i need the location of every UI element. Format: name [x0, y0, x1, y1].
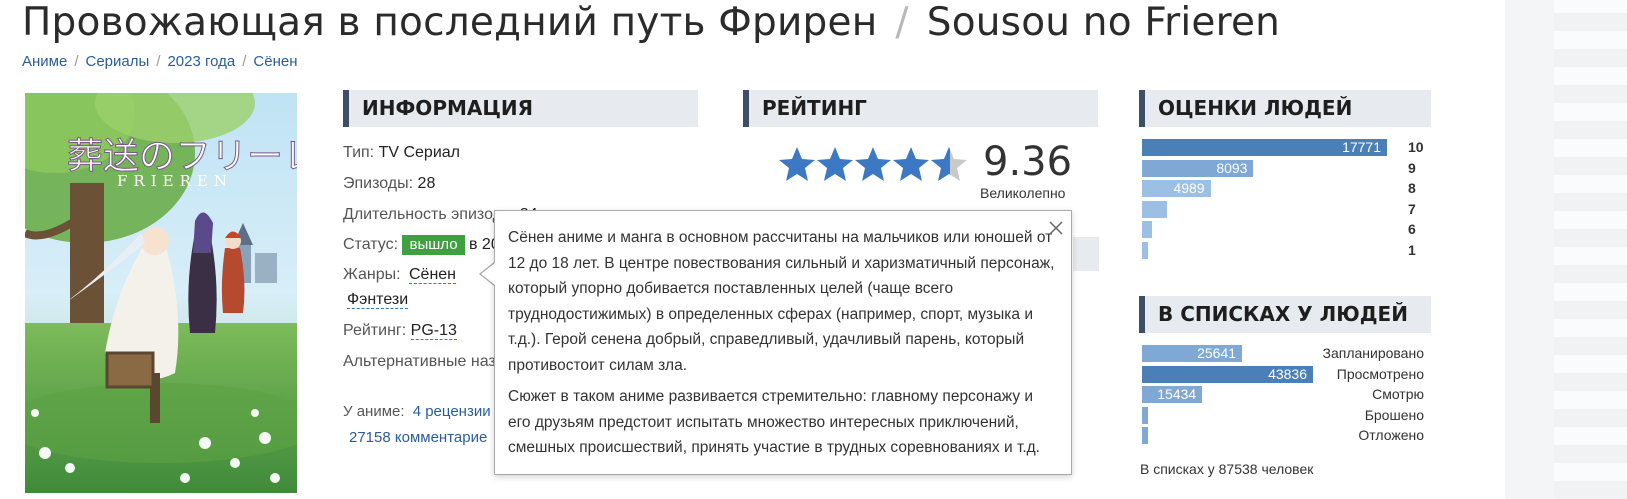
score-bar-8: 4989: [1142, 180, 1211, 197]
info-genres-label: Жанры:: [343, 266, 401, 283]
star-icon: [893, 147, 929, 181]
close-icon[interactable]: [1046, 218, 1066, 238]
star-half-icon: [931, 147, 967, 181]
comments-link[interactable]: 27158 комментарие: [349, 429, 487, 446]
score-bar-6: [1142, 221, 1152, 238]
info-rating-label: Рейтинг:: [343, 322, 407, 339]
list-bar: 15434: [1142, 386, 1203, 404]
score-bar-9: 8093: [1142, 159, 1254, 177]
list-label: Брошено: [1364, 406, 1424, 423]
poster-logo: 葬送のフリーレン: [67, 136, 297, 177]
rating-heading: РЕЙТИНГ: [743, 90, 1098, 127]
lists-total: В списках у 87538 человек: [1140, 461, 1314, 477]
score-label-1: 1: [1408, 241, 1416, 258]
people-scores-heading: ОЦЕНКИ ЛЮДЕЙ: [1139, 90, 1431, 127]
info-status-label: Статус:: [343, 236, 399, 253]
rating-stars: [779, 147, 967, 181]
rating-word: Великолепно: [980, 185, 1066, 201]
genre-link-shonen[interactable]: Сёнен: [408, 266, 457, 284]
anime-poster[interactable]: 葬送のフリーレン FRIEREN: [25, 93, 297, 493]
info-alt-names-row: Альтернативные наз: [343, 353, 496, 371]
breadcrumb-sep: /: [74, 53, 79, 70]
score-label-6: 6: [1408, 221, 1416, 237]
info-alt-names-label: Альтернативные наз: [343, 353, 496, 370]
list-bar: [1142, 406, 1148, 424]
genre-tooltip: Сёнен аниме и манга в основном рассчитан…: [494, 210, 1072, 475]
poster-logo-sub: FRIEREN: [117, 172, 233, 190]
list-label: Отложено: [1358, 427, 1424, 444]
info-genres-row-2: Фэнтези: [347, 291, 409, 309]
breadcrumb-sep: /: [242, 53, 247, 70]
breadcrumb-anime[interactable]: Аниме: [22, 53, 67, 70]
info-episodes-value: 28: [417, 175, 436, 192]
list-bar: 43836: [1142, 365, 1313, 383]
info-type-value: TV Сериал: [378, 144, 460, 161]
list-label: Запланировано: [1322, 345, 1425, 361]
tooltip-paragraph-1: Сёнен аниме и манга в основном рассчитан…: [508, 229, 1055, 374]
star-icon: [817, 147, 853, 181]
info-episodes-row: Эпизоды: 28: [343, 175, 435, 193]
breadcrumb: Аниме / Сериалы / 2023 года / Сёнен: [22, 53, 298, 70]
score-bar-7: [1142, 200, 1167, 218]
score-label-10: 10: [1408, 139, 1424, 155]
list-label: Просмотрено: [1336, 365, 1424, 382]
info-rating-row: Рейтинг: PG-13: [343, 322, 457, 340]
breadcrumb-series[interactable]: Сериалы: [86, 53, 150, 70]
info-heading: ИНФОРМАЦИЯ: [343, 90, 698, 127]
info-reviews-row: У аниме: 4 рецензии: [343, 403, 491, 420]
info-type-row: Тип: TV Сериал: [343, 144, 460, 162]
reviews-link[interactable]: 4 рецензии: [413, 403, 491, 420]
rating-score: 9.36: [983, 139, 1073, 185]
page-title: Провожающая в последний путь Фрирен / Sous…: [22, 0, 1280, 45]
title-separator: /: [895, 0, 909, 45]
info-duration-label: Длительность эпизода:: [343, 206, 516, 223]
info-status-row: Статус: вышло в 20: [343, 235, 500, 255]
status-badge: вышло: [402, 235, 465, 255]
breadcrumb-year[interactable]: 2023 года: [167, 53, 235, 70]
list-bar: [1142, 427, 1148, 445]
info-episodes-label: Эпизоды:: [343, 175, 414, 192]
tooltip-arrow-fill: [481, 263, 495, 285]
title-ru: Провожающая в последний путь Фрирен: [22, 0, 878, 45]
breadcrumb-genre[interactable]: Сёнен: [253, 53, 297, 70]
star-icon: [855, 147, 891, 181]
age-rating-link[interactable]: PG-13: [410, 322, 457, 340]
genre-link-fantasy[interactable]: Фэнтези: [347, 291, 409, 309]
score-label-8: 8: [1408, 180, 1416, 196]
people-lists-heading: В СПИСКАХ У ЛЮДЕЙ: [1139, 296, 1431, 333]
star-icon: [779, 147, 815, 181]
page-background-right: [1505, 0, 1627, 499]
poster-illustration: 葬送のフリーレン FRIEREN: [25, 93, 297, 493]
info-reviews-label: У аниме:: [343, 403, 405, 420]
info-genres-row: Жанры: Сёнен: [343, 266, 457, 284]
score-bar-1: [1142, 241, 1148, 259]
hidden-section-heading: [1073, 237, 1099, 271]
list-label: Смотрю: [1372, 386, 1424, 403]
list-bar: 25641: [1142, 345, 1243, 362]
breadcrumb-sep: /: [156, 53, 161, 70]
title-en: Sousou no Frieren: [926, 0, 1281, 45]
score-label-7: 7: [1408, 200, 1416, 217]
info-comments-row: 27158 комментарие: [349, 429, 487, 446]
score-label-9: 9: [1408, 159, 1416, 176]
tooltip-paragraph-2: Сюжет в таком аниме развивается стремите…: [508, 388, 1040, 456]
info-type-label: Тип:: [343, 144, 375, 161]
score-bar-10: 17771: [1142, 139, 1387, 156]
